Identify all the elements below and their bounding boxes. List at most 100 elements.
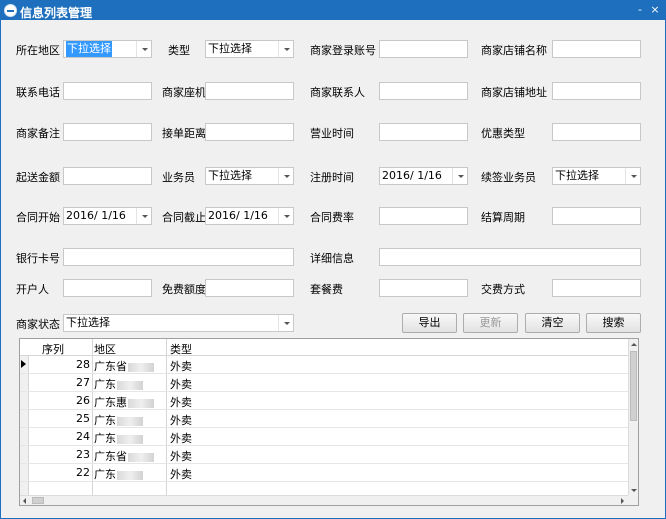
column-header-seq[interactable]: 序列 <box>42 341 64 357</box>
table-row[interactable]: 25 广东 外卖 <box>20 410 628 428</box>
contact-input[interactable] <box>379 82 468 100</box>
phone-input[interactable] <box>63 82 152 100</box>
chevron-down-icon[interactable] <box>278 168 293 184</box>
horizontal-scroll-thumb[interactable] <box>32 497 44 504</box>
table-row[interactable]: 23 广东省 外卖 <box>20 446 628 464</box>
chevron-down-icon[interactable] <box>136 208 151 224</box>
bank-card-label: 银行卡号 <box>16 252 60 265</box>
vertical-scroll-thumb[interactable] <box>630 351 637 421</box>
redacted-text <box>128 398 154 408</box>
type-select-value: 下拉选择 <box>208 42 252 55</box>
contract-start-picker[interactable]: 2016/ 1/16 <box>63 207 152 225</box>
promo-type-label: 优惠类型 <box>481 127 525 140</box>
type-label: 类型 <box>168 44 190 57</box>
horizontal-scrollbar[interactable] <box>20 495 628 505</box>
scroll-right-icon[interactable] <box>618 497 627 505</box>
detail-info-input[interactable] <box>379 248 641 266</box>
table-row[interactable]: 26 广东惠 外卖 <box>20 392 628 410</box>
update-button[interactable]: 更新 <box>463 313 518 333</box>
login-account-label: 商家登录账号 <box>310 44 376 57</box>
login-account-input[interactable] <box>379 40 468 58</box>
package-fee-label: 套餐费 <box>310 283 343 296</box>
promo-type-input[interactable] <box>552 123 641 141</box>
renew-salesman-select-value: 下拉选择 <box>555 169 599 182</box>
minimize-button[interactable]: - <box>633 3 647 17</box>
grid-header: 序列 地区 类型 <box>20 339 628 356</box>
remark-input[interactable] <box>63 123 152 141</box>
scroll-left-icon[interactable] <box>21 497 30 505</box>
phone-label: 联系电话 <box>16 86 60 99</box>
register-time-picker[interactable]: 2016/ 1/16 <box>379 167 468 185</box>
salesman-select-value: 下拉选择 <box>208 169 252 182</box>
chevron-down-icon[interactable] <box>136 41 151 57</box>
bank-card-input[interactable] <box>63 248 294 266</box>
close-button[interactable]: × <box>648 3 662 17</box>
settle-period-label: 结算周期 <box>481 211 525 224</box>
shop-address-label: 商家店铺地址 <box>481 86 547 99</box>
main-window: 信息列表管理 - × 所在地区 下拉选择 类型 下拉选择 商家登录账号 商家店铺… <box>0 0 666 519</box>
contact-label: 商家联系人 <box>310 86 365 99</box>
merchant-status-select-value: 下拉选择 <box>66 316 110 329</box>
payment-method-input[interactable] <box>552 279 641 297</box>
chevron-down-icon[interactable] <box>278 208 293 224</box>
renew-salesman-label: 续签业务员 <box>481 171 536 184</box>
window-title: 信息列表管理 <box>20 6 93 20</box>
region-select-value: 下拉选择 <box>66 41 112 57</box>
free-quota-label: 免费额度 <box>162 283 206 296</box>
distance-label: 接单距离 <box>162 127 206 140</box>
min-order-label: 起送金额 <box>16 171 60 184</box>
current-row-arrow-icon <box>21 360 26 368</box>
merchant-status-select[interactable]: 下拉选择 <box>63 314 294 332</box>
contract-rate-input[interactable] <box>379 207 468 225</box>
chevron-down-icon[interactable] <box>278 41 293 57</box>
contract-end-label: 合同截止 <box>162 211 206 224</box>
remark-label: 商家备注 <box>16 127 60 140</box>
export-button[interactable]: 导出 <box>402 313 457 333</box>
free-quota-input[interactable] <box>205 279 294 297</box>
payment-method-label: 交费方式 <box>481 283 525 296</box>
column-header-area[interactable]: 地区 <box>94 341 116 357</box>
renew-salesman-select[interactable]: 下拉选择 <box>552 167 641 185</box>
chevron-down-icon[interactable] <box>278 315 293 331</box>
search-button[interactable]: 搜索 <box>586 313 641 333</box>
region-select[interactable]: 下拉选择 <box>63 40 152 58</box>
register-time-value: 2016/ 1/16 <box>382 169 442 182</box>
type-select[interactable]: 下拉选择 <box>205 40 294 58</box>
merchant-status-label: 商家状态 <box>16 318 60 331</box>
contract-end-value: 2016/ 1/16 <box>208 209 268 222</box>
table-row[interactable]: 24 广东 外卖 <box>20 428 628 446</box>
contract-end-picker[interactable]: 2016/ 1/16 <box>205 207 294 225</box>
table-row[interactable]: 28 广东省 外卖 <box>20 356 628 374</box>
register-time-label: 注册时间 <box>310 171 354 184</box>
salesman-label: 业务员 <box>162 171 195 184</box>
business-hours-label: 营业时间 <box>310 127 354 140</box>
redacted-text <box>117 470 143 480</box>
account-holder-label: 开户人 <box>16 283 49 296</box>
salesman-select[interactable]: 下拉选择 <box>205 167 294 185</box>
chevron-down-icon[interactable] <box>625 168 640 184</box>
min-order-input[interactable] <box>63 167 152 185</box>
scroll-down-icon[interactable] <box>630 486 638 495</box>
account-holder-input[interactable] <box>63 279 152 297</box>
table-row[interactable]: 27 广东 外卖 <box>20 374 628 392</box>
settle-period-input[interactable] <box>552 207 641 225</box>
landline-input[interactable] <box>205 82 294 100</box>
shop-name-input[interactable] <box>552 40 641 58</box>
chevron-down-icon[interactable] <box>452 168 467 184</box>
redacted-text <box>117 416 143 426</box>
package-fee-input[interactable] <box>379 279 468 297</box>
table-row[interactable]: 22 广东 外卖 <box>20 464 628 482</box>
detail-info-label: 详细信息 <box>310 252 354 265</box>
merchant-grid[interactable]: 序列 地区 类型 28 广东省 外卖 27 广东 外卖 26 广东惠 外卖 25… <box>19 338 639 506</box>
shop-name-label: 商家店铺名称 <box>481 44 547 57</box>
column-header-type[interactable]: 类型 <box>170 341 192 357</box>
clear-button[interactable]: 清空 <box>525 313 580 333</box>
shop-address-input[interactable] <box>552 82 641 100</box>
distance-input[interactable] <box>205 123 294 141</box>
contract-start-value: 2016/ 1/16 <box>66 209 126 222</box>
scroll-up-icon[interactable] <box>630 340 638 349</box>
business-hours-input[interactable] <box>379 123 468 141</box>
app-icon <box>4 4 17 17</box>
vertical-scrollbar[interactable] <box>628 339 638 496</box>
redacted-text <box>128 452 154 462</box>
